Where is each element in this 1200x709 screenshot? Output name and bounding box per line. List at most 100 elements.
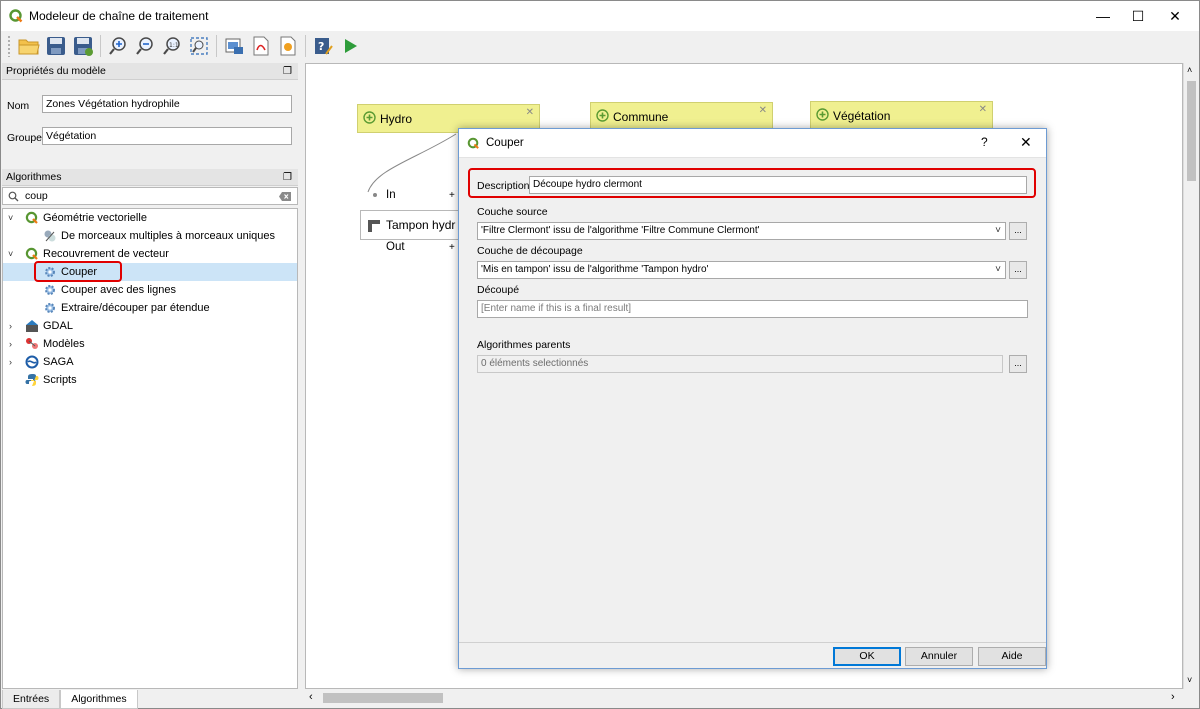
tree-group-gdal[interactable]: › GDAL [3,317,297,335]
overlay-layer-label: Couche de découpage [477,245,583,257]
source-layer-value: 'Filtre Clermont' issu de l'algorithme '… [481,225,760,236]
export-svg-button[interactable] [276,34,300,58]
tree-group-scripts[interactable]: Scripts [3,371,297,389]
source-layer-browse-button[interactable]: ... [1009,222,1027,240]
ok-button[interactable]: OK [833,647,901,666]
qgis-logo-icon [467,137,479,149]
overlay-layer-select[interactable]: 'Mis en tampon' issu de l'algorithme 'Ta… [477,261,1006,279]
cancel-button[interactable]: Annuler [905,647,973,666]
title-bar: Modeleur de chaîne de traitement — ☐ ✕ [1,1,1199,31]
algorithm-icon [44,230,56,242]
export-image-button[interactable] [222,34,246,58]
tree-label: Géométrie vectorielle [43,212,147,224]
zoom-out-button[interactable] [133,34,157,58]
tree-label: Couper avec des lignes [61,284,176,296]
clip-parameters-dialog: Couper ? ✕ Description Découpe hydro cle… [458,128,1047,669]
group-label: Groupe [7,132,43,144]
name-label: Nom [7,100,30,112]
open-model-button[interactable] [17,34,41,58]
expand-arrow-icon[interactable]: › [9,353,12,371]
close-button[interactable]: ✕ [1152,1,1198,31]
couper-highlight-box [34,261,122,282]
tree-item-multipart-to-singlepart[interactable]: De morceaux multiples à morceaux uniques [3,227,297,245]
toolbar-separator [305,35,306,57]
float-panel-icon[interactable]: ❐ [283,169,292,186]
source-layer-select[interactable]: 'Filtre Clermont' issu de l'algorithme '… [477,222,1006,240]
chevron-down-icon: ˅ [995,264,1001,275]
export-pdf-icon [253,36,269,56]
horizontal-scrollbar[interactable]: ‹ › [305,689,1183,707]
output-port-out[interactable]: Out [386,241,405,253]
toolbar-grip[interactable] [7,35,11,57]
dialog-title: Couper [486,137,524,149]
zoom-actual-icon: 1:1 [163,37,180,55]
tab-algorithms[interactable]: Algorithmes [60,690,138,709]
horizontal-scroll-thumb[interactable] [323,693,443,703]
chevron-down-icon: ˅ [995,225,1001,236]
tab-inputs[interactable]: Entrées [2,690,61,709]
tree-item-split-with-lines[interactable]: Couper avec des lignes [3,281,297,299]
models-provider-icon [26,338,38,349]
model-properties-panel: Nom Zones Végétation hydrophile Groupe V… [2,80,298,168]
scroll-right-icon[interactable]: › [1171,691,1175,703]
zoom-actual-button[interactable]: 1:1 [160,34,184,58]
parent-algorithms-select[interactable]: 0 éléments selectionnés [477,355,1003,373]
tree-item-extract-clip-by-extent[interactable]: Extraire/découper par étendue [3,299,297,317]
main-window: Modeleur de chaîne de traitement — ☐ ✕ 1… [0,0,1200,709]
name-input[interactable]: Zones Végétation hydrophile [42,95,292,113]
edit-help-icon: ? [315,38,333,55]
edit-help-button[interactable]: ? [311,34,335,58]
dialog-body: Description Découpe hydro clermont Couch… [459,157,1046,642]
expand-outputs-icon[interactable]: + [449,242,455,253]
algorithm-node-tampon-hydro[interactable]: Tampon hydr [360,210,470,240]
tree-group-models[interactable]: › Modèles [3,335,297,353]
dialog-close-button[interactable]: ✕ [1020,134,1032,151]
scroll-down-icon[interactable]: ˅ [1187,675,1192,685]
toolbar: 1:1 ? [1,31,1199,61]
zoom-in-button[interactable] [106,34,130,58]
expand-arrow-icon[interactable]: ˅ [8,209,13,227]
clear-search-icon[interactable] [279,192,291,201]
tree-label: De morceaux multiples à morceaux uniques [61,230,275,242]
tree-label: Modèles [43,338,85,350]
algorithms-title: Algorithmes [6,171,62,183]
zoom-full-button[interactable] [187,34,211,58]
parent-algorithms-browse-button[interactable]: ... [1009,355,1027,373]
overlay-layer-browse-button[interactable]: ... [1009,261,1027,279]
expand-arrow-icon[interactable]: › [9,317,12,335]
dialog-button-bar: OK Annuler Aide [459,642,1046,668]
zoom-out-icon [136,37,153,55]
output-name-input[interactable]: [Enter name if this is a final result] [477,300,1028,318]
expand-arrow-icon[interactable]: ˅ [8,245,13,263]
input-port-in[interactable]: In [386,189,396,201]
context-help-button[interactable]: ? [981,135,988,149]
open-model-icon [18,39,40,55]
close-icon: ✕ [1169,7,1181,24]
vertical-scrollbar[interactable]: ˄ ˅ [1183,63,1199,689]
export-pdf-button[interactable] [249,34,273,58]
scroll-left-icon[interactable]: ‹ [309,691,313,703]
tree-group-vector-geometry[interactable]: ˅ Géométrie vectorielle [3,209,297,227]
qgis-logo-icon [9,9,23,23]
model-properties-header: Propriétés du modèle ❐ [2,63,298,80]
vertical-scroll-thumb[interactable] [1187,81,1196,181]
svg-text:1:1: 1:1 [169,42,179,49]
expand-inputs-icon[interactable]: + [449,190,455,201]
export-image-icon [225,38,243,54]
save-model-button[interactable] [44,34,68,58]
scroll-up-icon[interactable]: ˄ [1187,65,1192,75]
panel-tabs: Entrées Algorithmes [2,690,298,709]
expand-arrow-icon[interactable]: › [9,335,12,353]
help-button[interactable]: Aide [978,647,1046,666]
save-model-as-button[interactable] [71,34,95,58]
algorithm-search-input[interactable]: coup [2,187,298,205]
model-properties-title: Propriétés du modèle [6,65,106,77]
group-input[interactable]: Végétation [42,127,292,145]
tree-label: SAGA [43,356,74,368]
gear-algorithm-icon [45,285,55,295]
tree-group-saga[interactable]: › SAGA [3,353,297,371]
save-model-as-icon [74,37,93,56]
float-panel-icon[interactable]: ❐ [283,63,292,80]
tree-label: Extraire/découper par étendue [61,302,210,314]
run-model-button[interactable] [338,34,362,58]
